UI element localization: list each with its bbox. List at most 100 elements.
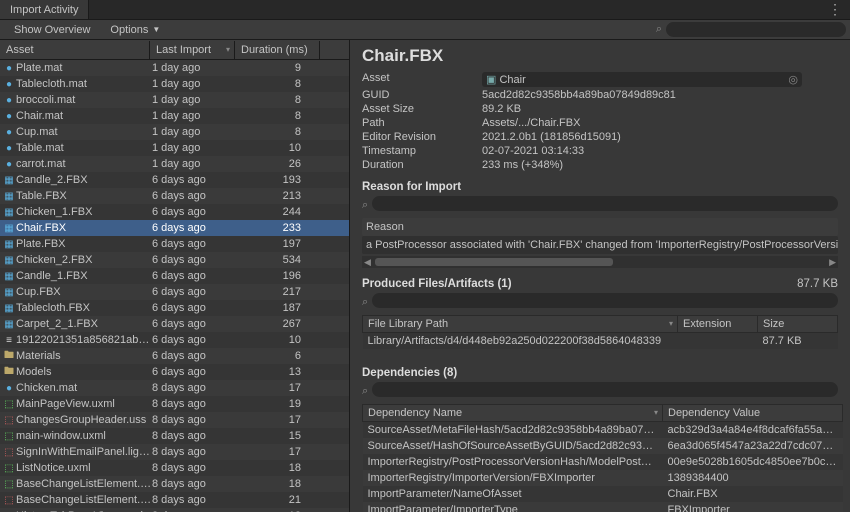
table-row[interactable]: ImporterRegistry/ImporterVersion/FBXImpo… xyxy=(363,470,843,486)
table-row[interactable]: ●Chair.mat1 day ago8 xyxy=(0,108,349,124)
col-extension[interactable]: Extension xyxy=(678,316,758,333)
window-tab[interactable]: Import Activity xyxy=(0,0,89,19)
duration: 17 xyxy=(237,414,307,426)
dependencies-search-input[interactable] xyxy=(372,382,838,397)
asset-name: Carpet_2_1.FBX xyxy=(16,318,152,330)
table-row[interactable]: ImporterRegistry/PostProcessorVersionHas… xyxy=(363,454,843,470)
table-row[interactable]: ⬚SignInWithEmailPanel.light.uss8 days ag… xyxy=(0,444,349,460)
table-row[interactable]: ▦Chair.FBX6 days ago233 xyxy=(0,220,349,236)
col-duration[interactable]: Duration (ms) xyxy=(235,41,320,59)
produced-search-input[interactable] xyxy=(372,293,838,308)
table-row[interactable]: ⬚HistoryTabPageView.uxml8 days ago18 xyxy=(0,508,349,512)
table-row[interactable]: ▦Chicken_1.FBX6 days ago244 xyxy=(0,204,349,220)
column-headers: Asset Last Import▾ Duration (ms) xyxy=(0,40,349,60)
asset-name: Cup.FBX xyxy=(16,286,152,298)
col-last-import[interactable]: Last Import▾ xyxy=(150,41,235,59)
editor-revision-label: Editor Revision xyxy=(362,131,482,143)
table-row[interactable]: Library/Artifacts/d4/d448eb92a250d022200… xyxy=(363,333,838,350)
asset-object-field[interactable]: ▣ Chair◎ xyxy=(482,72,802,87)
folder-icon: 🖿 xyxy=(2,348,16,365)
uxml-icon: ⬚ xyxy=(2,431,16,442)
mesh-icon: ▦ xyxy=(2,175,16,186)
table-row[interactable]: ●carrot.mat1 day ago26 xyxy=(0,156,349,172)
path-value: Assets/.../Chair.FBX xyxy=(482,117,838,129)
produced-total-size: 87.7 KB xyxy=(797,278,838,290)
search-icon: ⌕ xyxy=(362,199,368,212)
col-dep-name[interactable]: Dependency Name▾ xyxy=(363,405,663,422)
table-row[interactable]: ⬚ChangesGroupHeader.uss8 days ago17 xyxy=(0,412,349,428)
col-dep-value[interactable]: Dependency Value xyxy=(663,405,843,422)
table-row[interactable]: ▦Candle_2.FBX6 days ago193 xyxy=(0,172,349,188)
guid-value: 5acd2d82c9358bb4a89ba07849d89c81 xyxy=(482,89,838,101)
table-row[interactable]: ▦Tablecloth.FBX6 days ago187 xyxy=(0,300,349,316)
last-import: 6 days ago xyxy=(152,286,237,298)
dep-value: FBXImporter xyxy=(663,502,843,512)
last-import: 6 days ago xyxy=(152,190,237,202)
mat-icon: ● xyxy=(2,383,16,394)
table-row[interactable]: ImportParameter/ImporterTypeFBXImporter xyxy=(363,502,843,512)
last-import: 1 day ago xyxy=(152,62,237,74)
table-row[interactable]: ⬚BaseChangeListElement.uss8 days ago21 xyxy=(0,492,349,508)
asset-name: Chicken_2.FBX xyxy=(16,254,152,266)
kebab-menu-icon[interactable]: ⋮ xyxy=(820,1,850,18)
asset-list-panel: Asset Last Import▾ Duration (ms) ●Plate.… xyxy=(0,40,350,512)
table-row[interactable]: ⬚main-window.uxml8 days ago15 xyxy=(0,428,349,444)
scroll-left-icon[interactable]: ◀ xyxy=(362,257,373,268)
uxml-icon: ⬚ xyxy=(2,463,16,474)
table-row[interactable]: ●Chicken.mat8 days ago17 xyxy=(0,380,349,396)
table-row[interactable]: ●Plate.mat1 day ago9 xyxy=(0,60,349,76)
table-row[interactable]: ●Cup.mat1 day ago8 xyxy=(0,124,349,140)
mesh-icon: ▦ xyxy=(2,223,16,234)
asset-rows[interactable]: ●Plate.mat1 day ago9●Tablecloth.mat1 day… xyxy=(0,60,349,512)
table-row[interactable]: ▦Plate.FBX6 days ago197 xyxy=(0,236,349,252)
dep-name: SourceAsset/MetaFileHash/5acd2d82c9358bb… xyxy=(363,422,663,439)
table-row[interactable]: ●Table.mat1 day ago10 xyxy=(0,140,349,156)
asset-name: Chicken_1.FBX xyxy=(16,206,152,218)
asset-name: broccoli.mat xyxy=(16,94,152,106)
table-row[interactable]: SourceAsset/MetaFileHash/5acd2d82c9358bb… xyxy=(363,422,843,439)
last-import: 6 days ago xyxy=(152,334,237,346)
table-row[interactable]: ▦Candle_1.FBX6 days ago196 xyxy=(0,268,349,284)
scrollbar-thumb[interactable] xyxy=(375,258,613,266)
options-dropdown[interactable]: Options ▼ xyxy=(100,22,170,38)
uss-icon: ⬚ xyxy=(2,495,16,506)
col-file-path[interactable]: File Library Path▾ xyxy=(363,316,678,333)
object-picker-icon[interactable]: ◎ xyxy=(788,73,798,86)
table-row[interactable]: ⬚BaseChangeListElement.uxml8 days ago18 xyxy=(0,476,349,492)
table-row[interactable]: SourceAsset/HashOfSourceAssetByGUID/5acd… xyxy=(363,438,843,454)
table-row[interactable]: ●Tablecloth.mat1 day ago8 xyxy=(0,76,349,92)
reason-search-input[interactable] xyxy=(372,196,838,211)
horizontal-scrollbar[interactable]: ◀▶ xyxy=(362,256,838,268)
scroll-right-icon[interactable]: ▶ xyxy=(827,257,838,268)
duration: 21 xyxy=(237,494,307,506)
table-row[interactable]: ▦Carpet_2_1.FBX6 days ago267 xyxy=(0,316,349,332)
table-row[interactable]: ●broccoli.mat1 day ago8 xyxy=(0,92,349,108)
last-import: 6 days ago xyxy=(152,174,237,186)
table-row[interactable]: 🖿Materials6 days ago6 xyxy=(0,348,349,364)
table-row[interactable]: ImportParameter/NameOfAssetChair.FBX xyxy=(363,486,843,502)
txt-icon: ≡ xyxy=(2,335,16,346)
toolbar-search-input[interactable] xyxy=(666,22,846,37)
show-overview-button[interactable]: Show Overview xyxy=(4,22,100,38)
col-asset[interactable]: Asset xyxy=(0,41,150,59)
table-row[interactable]: ⬚MainPageView.uxml8 days ago19 xyxy=(0,396,349,412)
table-row[interactable]: 🖿Models6 days ago13 xyxy=(0,364,349,380)
last-import: 8 days ago xyxy=(152,446,237,458)
last-import: 6 days ago xyxy=(152,366,237,378)
col-size[interactable]: Size xyxy=(758,316,838,333)
mesh-icon: ▦ xyxy=(2,287,16,298)
duration: 26 xyxy=(237,158,307,170)
dep-name: ImportParameter/ImporterType xyxy=(363,502,663,512)
table-row[interactable]: ▦Cup.FBX6 days ago217 xyxy=(0,284,349,300)
folder-icon: 🖿 xyxy=(2,364,16,381)
asset-name: Candle_1.FBX xyxy=(16,270,152,282)
table-row[interactable]: ≡19122021351a856821ab0fec586 days ago10 xyxy=(0,332,349,348)
table-row[interactable]: ▦Table.FBX6 days ago213 xyxy=(0,188,349,204)
table-row[interactable]: ⬚ListNotice.uxml8 days ago18 xyxy=(0,460,349,476)
duration: 244 xyxy=(237,206,307,218)
table-row[interactable]: ▦Chicken_2.FBX6 days ago534 xyxy=(0,252,349,268)
duration: 17 xyxy=(237,446,307,458)
search-icon: ⌕ xyxy=(362,296,368,309)
reason-column-header[interactable]: Reason xyxy=(362,218,838,236)
duration: 8 xyxy=(237,78,307,90)
